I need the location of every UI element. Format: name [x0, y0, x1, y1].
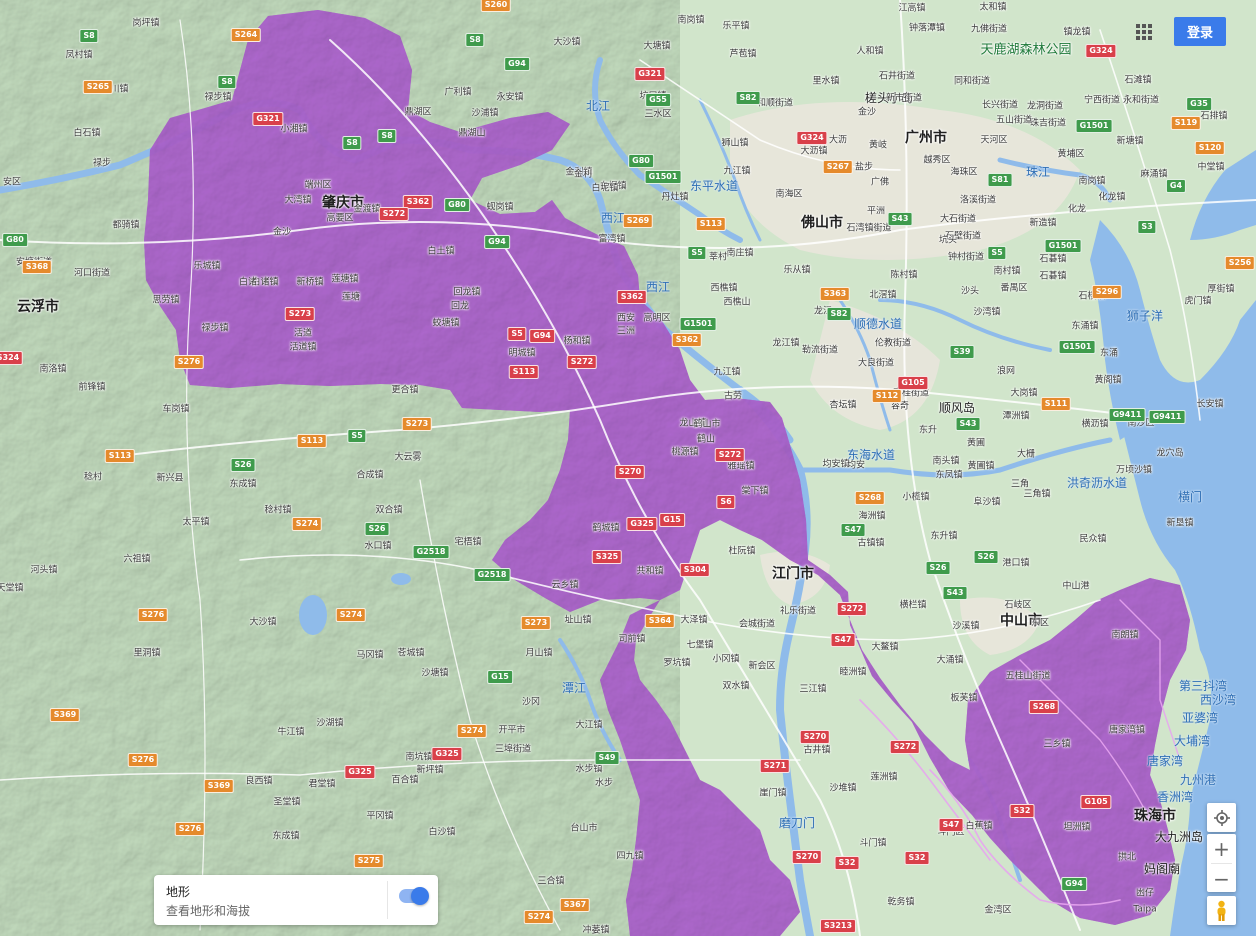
toggle-knob [411, 887, 429, 905]
zoom-in-button[interactable]: + [1207, 834, 1236, 863]
zoom-out-button[interactable]: − [1207, 864, 1236, 893]
terrain-divider [387, 881, 388, 919]
terrain-toggle[interactable] [399, 887, 429, 905]
terrain-subtitle: 查看地形和海拔 [166, 904, 251, 918]
zoom-controls: + − [1207, 834, 1236, 892]
crosshair-icon [1213, 809, 1230, 826]
pegman-button[interactable] [1207, 896, 1236, 925]
terrain-layer-card: 地形 查看地形和海拔 [154, 875, 438, 925]
apps-grid-icon[interactable] [1136, 24, 1152, 40]
locate-button[interactable] [1207, 803, 1236, 832]
terrain-title: 地形 [166, 885, 191, 899]
terrain-map[interactable] [0, 0, 1256, 936]
login-button[interactable]: 登录 [1174, 17, 1226, 46]
pegman-icon [1217, 900, 1226, 921]
